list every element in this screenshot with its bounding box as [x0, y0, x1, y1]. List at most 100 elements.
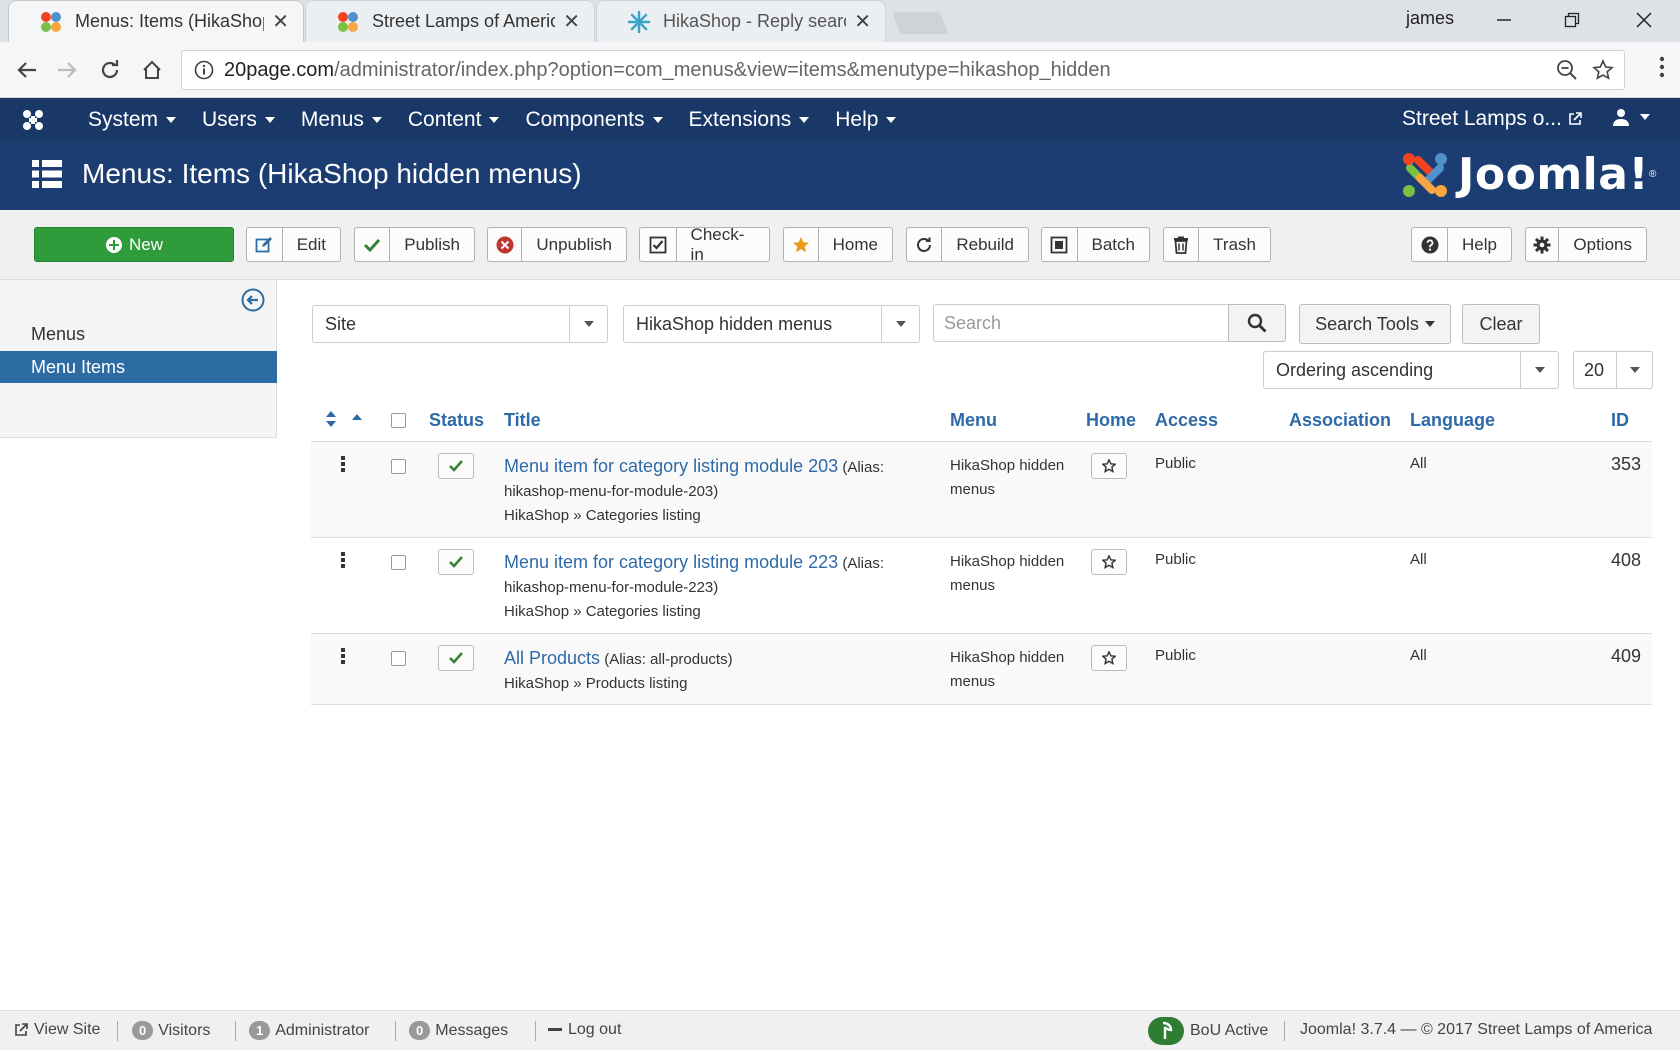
chevron-down-icon — [895, 321, 906, 327]
bookmark-star-icon[interactable] — [1592, 59, 1614, 81]
batch-square-icon — [1042, 228, 1078, 261]
nav-users[interactable]: Users — [202, 108, 275, 132]
item-title-link[interactable]: All Products — [504, 648, 600, 668]
admin-nav-bar: System Users Menus Content Components Ex… — [0, 98, 1680, 141]
rebuild-button[interactable]: Rebuild — [906, 227, 1029, 262]
column-status[interactable]: Status — [429, 410, 484, 431]
checkmark-icon — [449, 652, 463, 664]
new-button[interactable]: New — [34, 227, 234, 262]
messages-status[interactable]: 0 Messages — [409, 1021, 508, 1040]
site-filter-select[interactable]: Site — [312, 305, 608, 343]
close-window-icon[interactable] — [1624, 4, 1664, 36]
drag-handle-icon[interactable] — [341, 648, 345, 664]
page-title: Menus: Items (HikaShop hidden menus) — [82, 158, 582, 189]
minimize-window-icon[interactable] — [1484, 4, 1524, 36]
logout-link[interactable]: Log out — [548, 1021, 621, 1039]
item-title-link[interactable]: Menu item for category listing module 22… — [504, 552, 838, 572]
help-button[interactable]: Help — [1411, 227, 1512, 262]
view-site-link[interactable]: View Site — [14, 1021, 100, 1039]
forward-arrow-icon[interactable] — [50, 53, 84, 87]
item-type: HikaShop » Products listing — [504, 675, 688, 692]
sidebar-item-menus[interactable]: Menus — [0, 318, 277, 350]
hikashop-favicon-icon — [627, 10, 651, 34]
item-access: Public — [1155, 551, 1196, 568]
nav-extensions[interactable]: Extensions — [689, 108, 810, 132]
new-tab-button[interactable] — [891, 12, 949, 34]
search-button[interactable] — [1228, 304, 1286, 342]
reload-icon[interactable] — [93, 53, 127, 87]
joomla-menu-icon[interactable] — [20, 107, 66, 133]
drag-handle-icon[interactable] — [341, 552, 345, 568]
row-checkbox[interactable] — [391, 651, 406, 666]
trash-button[interactable]: Trash — [1163, 227, 1271, 262]
drag-handle-icon[interactable] — [341, 456, 345, 472]
user-icon — [1612, 108, 1630, 126]
column-access[interactable]: Access — [1155, 410, 1218, 431]
list-limit-select[interactable]: 20 — [1573, 351, 1653, 389]
search-input[interactable]: Search — [933, 304, 1229, 342]
status-toggle-button[interactable] — [438, 453, 474, 479]
site-info-icon[interactable] — [194, 60, 214, 80]
batch-button[interactable]: Batch — [1041, 227, 1150, 262]
column-title[interactable]: Title — [504, 410, 541, 431]
joomla-favicon-icon — [39, 10, 63, 34]
browser-tab-hikashop[interactable]: HikaShop - Reply search ✕ — [596, 0, 886, 42]
edit-icon — [247, 228, 283, 261]
browser-tab-street-lamps[interactable]: Street Lamps of America ✕ — [305, 0, 595, 42]
unpublish-button[interactable]: Unpublish — [487, 227, 627, 262]
row-checkbox[interactable] — [391, 459, 406, 474]
ordering-select[interactable]: Ordering ascending — [1263, 351, 1559, 389]
checkmark-icon — [449, 556, 463, 568]
browser-profile-name[interactable]: james — [1406, 8, 1454, 29]
nav-help[interactable]: Help — [835, 108, 897, 132]
refresh-icon — [907, 228, 943, 261]
external-link-icon — [1568, 112, 1582, 126]
collapse-sidebar-icon[interactable] — [241, 288, 265, 312]
column-language[interactable]: Language — [1410, 410, 1495, 431]
nav-menus[interactable]: Menus — [301, 108, 382, 132]
nav-system[interactable]: System — [88, 108, 177, 132]
select-all-checkbox[interactable] — [391, 413, 406, 428]
search-tools-button[interactable]: Search Tools — [1299, 304, 1451, 344]
user-menu[interactable] — [1612, 108, 1650, 126]
column-home[interactable]: Home — [1086, 410, 1136, 431]
publish-button[interactable]: Publish — [354, 227, 475, 262]
clear-button[interactable]: Clear — [1462, 304, 1540, 344]
item-id: 353 — [1611, 454, 1642, 474]
nav-components[interactable]: Components — [525, 108, 663, 132]
browser-menu-icon[interactable] — [1652, 54, 1672, 80]
set-home-button[interactable] — [1091, 549, 1127, 575]
action-toolbar: New Edit Publish Unpublish Check-in Home — [0, 210, 1680, 280]
close-tab-icon[interactable]: ✕ — [854, 9, 871, 34]
edit-button[interactable]: Edit — [246, 227, 341, 262]
item-title-link[interactable]: Menu item for category listing module 20… — [504, 456, 838, 476]
sort-toggle-icon[interactable] — [325, 411, 337, 427]
item-language: All — [1410, 455, 1427, 472]
chevron-down-icon — [1424, 321, 1435, 327]
item-alias: (Alias: — [842, 555, 885, 572]
zoom-out-icon[interactable] — [1556, 59, 1578, 81]
browser-tab-menus-items[interactable]: Menus: Items (HikaShop ✕ — [8, 0, 304, 42]
sidebar-item-menu-items[interactable]: Menu Items — [0, 351, 277, 383]
status-toggle-button[interactable] — [438, 549, 474, 575]
back-arrow-icon[interactable] — [10, 53, 44, 87]
sort-ascending-icon[interactable] — [351, 413, 363, 421]
nav-site-link[interactable]: Street Lamps o... — [1402, 107, 1582, 131]
column-association[interactable]: Association — [1289, 410, 1391, 431]
close-tab-icon[interactable]: ✕ — [563, 9, 580, 34]
set-home-button[interactable] — [1091, 645, 1127, 671]
menu-filter-select[interactable]: HikaShop hidden menus — [623, 305, 920, 343]
nav-content[interactable]: Content — [408, 108, 500, 132]
status-toggle-button[interactable] — [438, 645, 474, 671]
set-home-button[interactable] — [1091, 453, 1127, 479]
column-menu[interactable]: Menu — [950, 410, 997, 431]
restore-window-icon[interactable] — [1552, 4, 1592, 36]
options-button[interactable]: Options — [1525, 227, 1647, 262]
column-id[interactable]: ID — [1611, 410, 1629, 431]
close-tab-icon[interactable]: ✕ — [272, 9, 289, 34]
url-field[interactable]: 20page.com/administrator/index.php?optio… — [181, 50, 1625, 90]
row-checkbox[interactable] — [391, 555, 406, 570]
checkin-button[interactable]: Check-in — [639, 225, 770, 264]
home-button[interactable]: Home — [783, 227, 893, 262]
home-icon[interactable] — [135, 53, 169, 87]
